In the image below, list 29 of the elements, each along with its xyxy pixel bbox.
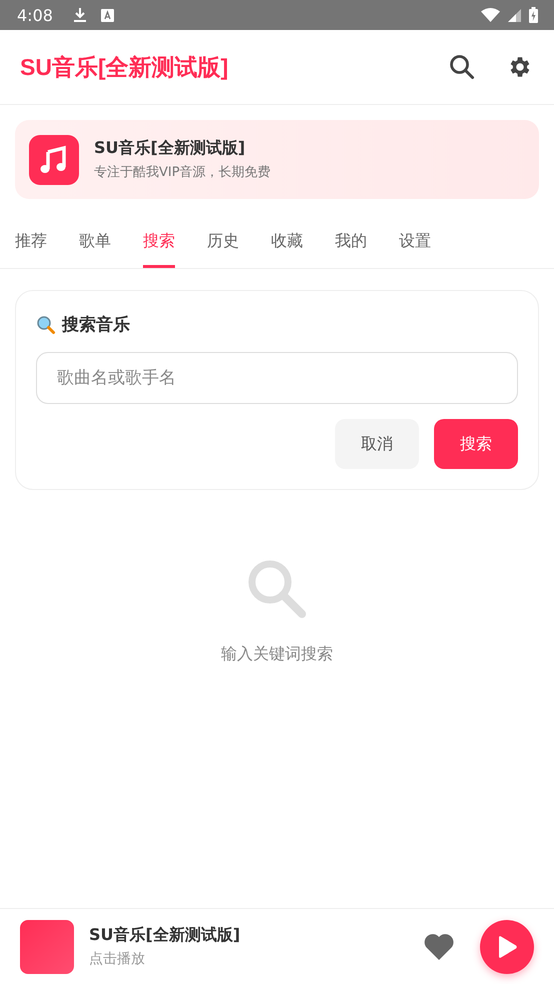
banner-title: SU音乐[全新测试版] bbox=[94, 138, 246, 159]
card-title: 搜索音乐 bbox=[62, 314, 130, 336]
album-cover bbox=[20, 920, 74, 974]
search-button[interactable]: 搜索 bbox=[434, 419, 518, 469]
tab[interactable]: 歌单 bbox=[79, 219, 111, 268]
banner-subtitle: 专注于酷我VIP音源，长期免费 bbox=[94, 164, 271, 181]
music-note-icon bbox=[29, 134, 79, 184]
app-title: SU音乐[全新测试版] bbox=[20, 52, 228, 82]
battery-icon bbox=[529, 7, 538, 23]
tab[interactable]: 历史 bbox=[207, 219, 239, 268]
download-icon bbox=[72, 7, 87, 23]
search-icon bbox=[246, 558, 308, 620]
empty-hint: 输入关键词搜索 bbox=[221, 644, 333, 665]
tab[interactable]: 推荐 bbox=[15, 219, 47, 268]
keyboard-icon bbox=[100, 8, 114, 22]
tab[interactable]: 搜索 bbox=[143, 219, 175, 268]
tab[interactable]: 设置 bbox=[399, 219, 431, 268]
status-time: 4:08 bbox=[17, 6, 53, 24]
song-title: SU音乐[全新测试版] bbox=[89, 925, 240, 946]
wifi-icon bbox=[481, 8, 500, 22]
play-icon bbox=[496, 934, 518, 958]
tab[interactable]: 我的 bbox=[335, 219, 367, 268]
magnifier-icon bbox=[36, 314, 56, 334]
signal-icon bbox=[508, 8, 521, 22]
play-button[interactable] bbox=[480, 920, 534, 974]
song-subtitle: 点击播放 bbox=[89, 950, 146, 968]
tab[interactable]: 收藏 bbox=[271, 219, 303, 268]
cancel-button[interactable]: 取消 bbox=[335, 419, 419, 469]
search-field[interactable]: 歌曲名或歌手名 bbox=[36, 352, 518, 404]
